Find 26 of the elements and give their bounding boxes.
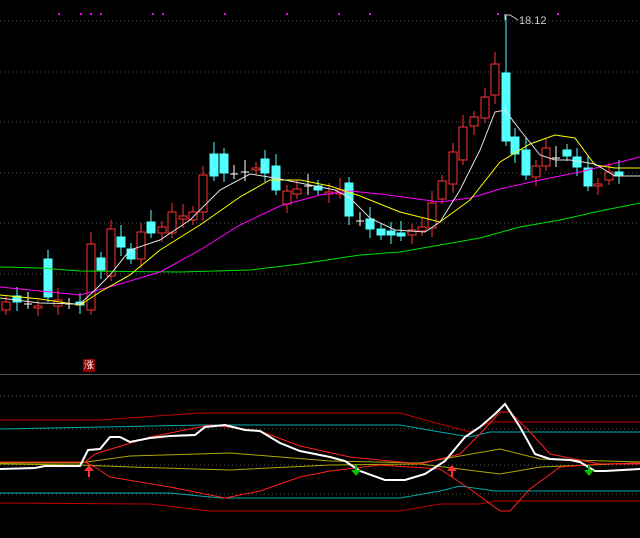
candlestick [304,174,312,196]
candlestick [12,286,22,312]
candlestick [178,204,188,228]
down-arrow-icon [584,465,594,476]
candlestick [470,110,478,136]
down-arrow-icon [351,465,361,476]
candlestick [324,182,334,204]
candlestick [376,222,386,240]
candlestick [314,180,322,196]
candlestick [396,220,406,242]
up-arrow-icon [84,465,94,477]
candlestick [614,160,624,184]
candlestick [448,142,458,194]
candlestick [386,222,396,244]
candlestick [240,160,250,182]
up-arrow-icon [447,465,457,477]
candlestick [458,114,468,166]
rise-badge: 涨 [83,359,95,372]
candlestick [76,292,84,314]
candlestick [272,154,280,196]
candlestick [210,142,218,182]
price-label: 18.12 [519,15,547,27]
candlestick [24,292,32,310]
high-marker [504,14,518,20]
candlestick [408,224,416,244]
candlestick [604,162,614,186]
